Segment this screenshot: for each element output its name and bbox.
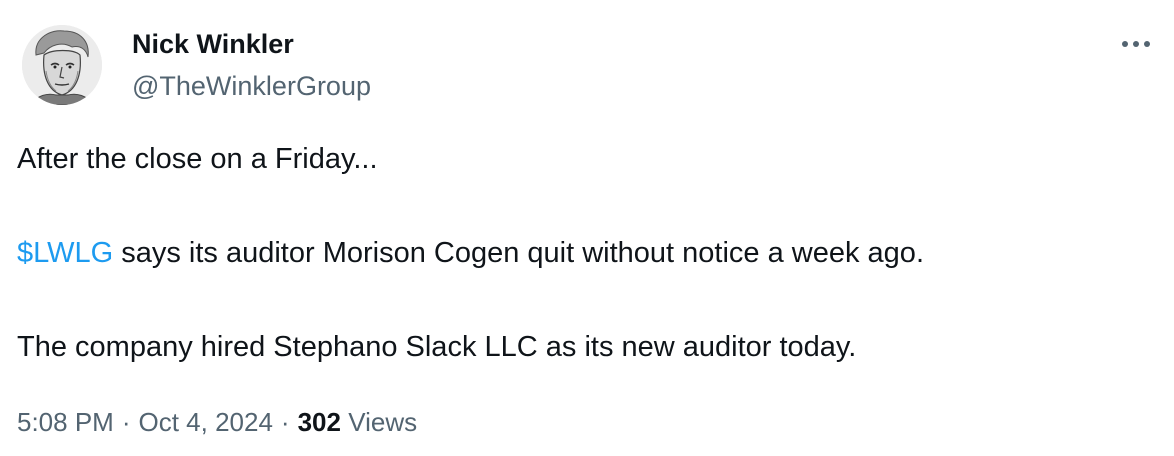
author-display-name[interactable]: Nick Winkler xyxy=(132,26,371,62)
tweet-date[interactable]: Oct 4, 2024 xyxy=(139,407,273,437)
tweet-line-2: $LWLG says its auditor Morison Cogen qui… xyxy=(17,230,1157,276)
more-horizontal-icon xyxy=(1122,41,1150,47)
views-count: 302 xyxy=(297,407,341,437)
author-names: Nick Winkler @TheWinklerGroup xyxy=(132,26,371,104)
cashtag-link[interactable]: $LWLG xyxy=(17,237,113,269)
tweet-line-3: The company hired Stephano Slack LLC as … xyxy=(17,331,857,363)
tweet-card: Nick Winkler @TheWinklerGroup After the … xyxy=(0,0,1174,456)
avatar-portrait-icon xyxy=(22,25,102,105)
more-options-button[interactable] xyxy=(1116,30,1156,58)
tweet-line-2-text: says its auditor Morison Cogen quit with… xyxy=(113,237,924,269)
meta-separator: · xyxy=(280,407,290,437)
views-label: Views xyxy=(348,407,418,437)
tweet-text: After the close on a Friday... $LWLG say… xyxy=(17,136,1157,370)
tweet-time[interactable]: 5:08 PM xyxy=(17,407,114,437)
avatar[interactable] xyxy=(22,25,102,105)
tweet-meta: 5:08 PM · Oct 4, 2024 · 302 Views xyxy=(17,402,417,442)
tweet-header: Nick Winkler @TheWinklerGroup xyxy=(22,24,371,106)
meta-separator: · xyxy=(121,407,131,437)
tweet-line-1: After the close on a Friday... xyxy=(17,143,378,175)
author-handle[interactable]: @TheWinklerGroup xyxy=(132,68,371,104)
